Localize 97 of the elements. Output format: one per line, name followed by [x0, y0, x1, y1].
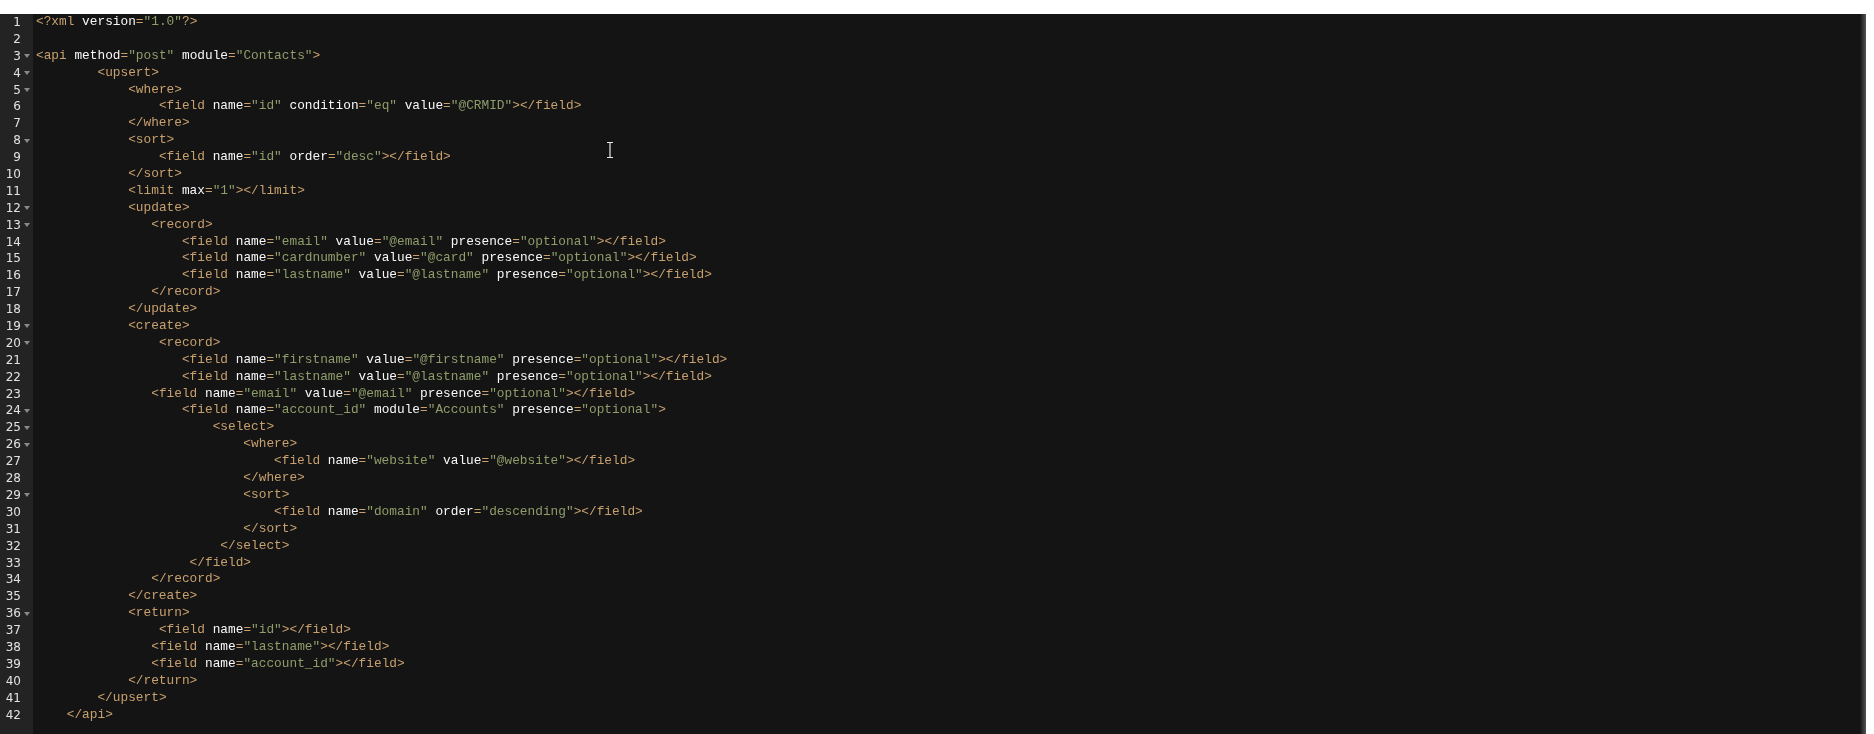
code-line: </update>	[127, 301, 198, 317]
line-number: 42	[4, 706, 21, 724]
code-line: <field name="id" condition="eq" value="@CRMID"></field>	[157, 98, 582, 114]
line-number: 3	[12, 47, 21, 65]
line-number: 28	[4, 470, 21, 487]
line-number: 1	[12, 14, 21, 31]
code-line: <record>	[150, 216, 213, 232]
code-line: <where>	[242, 436, 298, 452]
code-line: <api method="post" module="Contacts">	[36, 47, 321, 63]
line-number: 15	[4, 250, 21, 268]
code-line: </sort>	[242, 520, 298, 536]
code-line: </record>	[150, 571, 221, 587]
text-cursor-icon	[606, 142, 614, 158]
code-line: </field>	[188, 554, 252, 570]
line-number: 16	[4, 267, 21, 285]
code-line: </sort>	[127, 166, 182, 181]
code-line: <sort>	[242, 486, 290, 502]
line-number: 2	[12, 30, 21, 48]
fold-arrow-icon[interactable]	[24, 493, 30, 498]
line-number: 29	[4, 486, 21, 504]
code-line: </upsert>	[96, 689, 167, 705]
line-number: 8	[12, 132, 21, 150]
line-number: 5	[12, 81, 21, 99]
line-number: 38	[4, 638, 21, 656]
line-number: 6	[12, 98, 21, 116]
code-line: <field name="id"></field>	[157, 622, 351, 638]
code-line: <field name="account_id"></field>	[150, 655, 405, 671]
code-line: <field name="account_id" module="Accounts" presence="optional">	[180, 402, 666, 418]
line-number: 10	[4, 166, 21, 183]
line-number: 17	[4, 284, 21, 302]
line-number: 30	[4, 503, 21, 521]
line-number: 21	[4, 351, 21, 369]
code-line: <update>	[127, 199, 190, 215]
code-line: <?xml version="1.0"?>	[36, 14, 198, 29]
code-line: <field name="domain" order="descending"></field>	[273, 503, 643, 519]
line-number: 22	[4, 368, 21, 386]
code-line: </where>	[242, 470, 305, 486]
code-line: <record>	[157, 334, 221, 350]
line-number: 14	[4, 233, 21, 251]
fold-arrow-icon[interactable]	[24, 88, 30, 92]
line-number: 40	[4, 672, 21, 690]
line-number: 4	[12, 64, 21, 82]
code-line: <field name="id" order="desc"></field>	[157, 149, 451, 165]
line-number: 11	[4, 182, 21, 200]
fold-arrow-icon[interactable]	[24, 425, 30, 430]
line-number: 35	[4, 588, 21, 606]
line-number: 24	[4, 402, 21, 420]
code-line: <field name="lastname"></field>	[150, 638, 390, 654]
code-line: </select>	[219, 537, 290, 553]
line-number: 36	[4, 605, 21, 623]
code-line: </return>	[127, 672, 198, 688]
code-line: <field name="email" value="@email" presence="optional"></field>	[180, 233, 666, 249]
code-line: <limit max="1"></limit>	[127, 182, 305, 198]
line-number: 13	[4, 216, 21, 234]
code-line: <field name="lastname" value="@lastname" presence="optional"></field>	[180, 267, 712, 283]
code-line: </record>	[150, 284, 221, 300]
line-number: 32	[4, 537, 21, 555]
fold-arrow-icon[interactable]	[24, 408, 30, 413]
code-line: <create>	[127, 318, 190, 334]
line-number: 37	[4, 622, 21, 639]
fold-arrow-icon[interactable]	[24, 71, 30, 76]
code-line: <where>	[127, 81, 182, 97]
line-number: 25	[4, 419, 21, 437]
fold-arrow-icon[interactable]	[24, 223, 30, 228]
code-line: <upsert>	[96, 64, 159, 80]
code-line: </where>	[127, 115, 190, 131]
code-line: <sort>	[127, 132, 175, 148]
code-line: </api>	[65, 706, 113, 722]
line-number: 34	[4, 571, 21, 589]
line-number: 27	[4, 453, 21, 471]
fold-arrow-icon[interactable]	[24, 54, 30, 59]
line-number: 18	[4, 301, 21, 319]
line-number: 12	[4, 199, 21, 217]
line-number: 26	[4, 436, 21, 454]
code-line: <field name="cardnumber" value="@card" presence="optional"></field>	[180, 250, 697, 266]
code-line: <field name="website" value="@website"></field>	[273, 453, 636, 469]
line-number: 39	[4, 655, 21, 673]
fold-arrow-icon[interactable]	[24, 138, 30, 143]
line-number: 31	[4, 520, 21, 538]
line-number: 20	[4, 334, 21, 352]
line-number: 19	[4, 318, 21, 335]
line-number: 9	[12, 149, 21, 167]
line-number: 33	[4, 554, 21, 572]
code-line: <field name="email" value="@email" presence="optional"></field>	[150, 385, 636, 401]
line-number: 7	[12, 115, 21, 133]
code-line: <field name="firstname" value="@firstname" presence="optional"></field>	[180, 351, 728, 367]
fold-arrow-icon[interactable]	[24, 206, 30, 211]
fold-arrow-icon[interactable]	[24, 324, 30, 329]
code-line: </create>	[127, 588, 198, 604]
code-line: <return>	[127, 605, 190, 621]
code-line: <field name="lastname" value="@lastname" presence="optional"></field>	[180, 368, 712, 384]
fold-arrow-icon[interactable]	[24, 442, 30, 447]
code-line: <select>	[211, 419, 275, 435]
fold-arrow-icon[interactable]	[24, 341, 30, 346]
fold-arrow-icon[interactable]	[24, 611, 30, 616]
line-number: 41	[4, 689, 21, 707]
line-number: 23	[4, 385, 21, 403]
